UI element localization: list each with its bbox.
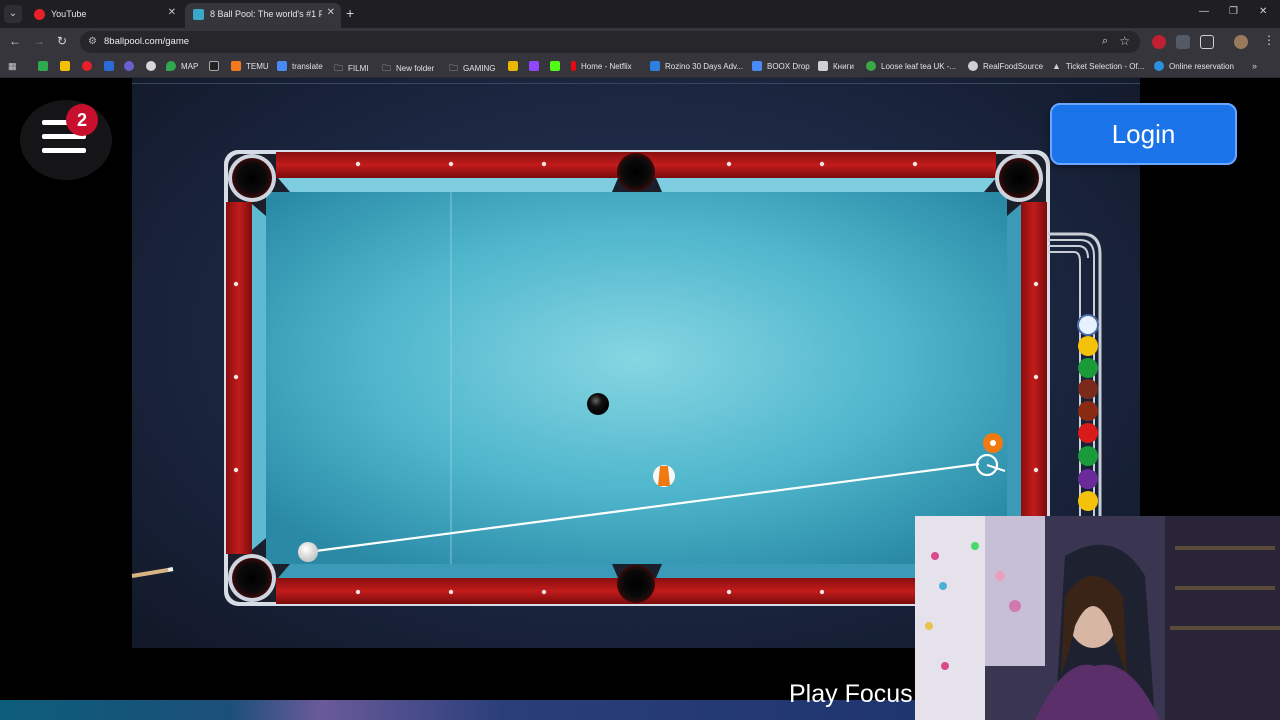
bookmark-ticket[interactable]: ▲ Ticket Selection - Of... <box>1052 61 1144 74</box>
webcam-overlay <box>915 516 1280 720</box>
bookmark-item[interactable] <box>508 61 523 74</box>
bookmark-reservation[interactable]: Online reservation <box>1154 61 1234 74</box>
back-icon[interactable]: ← <box>9 34 21 48</box>
tab-search-button[interactable]: ⌄ <box>4 5 22 23</box>
login-button[interactable]: Login <box>1050 103 1237 165</box>
ball-rack <box>1048 232 1102 518</box>
tab-title: 8 Ball Pool: The world's #1 Pool <box>210 9 322 19</box>
close-icon[interactable]: ✕ <box>168 7 176 18</box>
bookmark-translate[interactable]: translate <box>277 61 323 74</box>
reload-icon[interactable]: ↻ <box>57 34 67 48</box>
minimize-icon[interactable]: — <box>1199 6 1209 17</box>
game-page: 2 Login Play Focus <box>0 78 1280 720</box>
url-text[interactable]: 8ballpool.com/game <box>104 36 189 47</box>
bookmark-folder-filmi[interactable]: 🗀 FILMI <box>334 61 368 74</box>
nav-bar: ← → ↻ ⚙ 8ballpool.com/game ⌕ ☆ ⋮ <box>0 28 1280 56</box>
apps-icon[interactable]: ▦ <box>8 61 22 74</box>
bookmark-item[interactable] <box>146 61 161 74</box>
bookmark-item[interactable] <box>38 61 53 74</box>
bookmark-item[interactable] <box>82 61 97 74</box>
bookmark-item[interactable] <box>529 61 544 74</box>
orange-stripe <box>658 466 670 486</box>
warning-icon: ▲ <box>1052 61 1061 71</box>
extension-icon[interactable] <box>1152 35 1166 49</box>
bottom-banner <box>0 700 915 720</box>
bookmarks-bar: ▦ MAP TEMU translate 🗀 FILMI 🗀 New folder … <box>0 56 1280 78</box>
extensions-puzzle-icon[interactable] <box>1200 35 1214 49</box>
menu-button[interactable] <box>20 100 112 180</box>
notification-badge: 2 <box>66 104 98 136</box>
ball-maroon <box>1078 379 1098 399</box>
youtube-icon <box>34 9 45 20</box>
more-bookmarks-icon[interactable]: » <box>1252 61 1262 74</box>
folder-icon: 🗀 <box>382 63 392 73</box>
ball-brown <box>1078 401 1098 421</box>
bookmark-books[interactable]: Книги <box>818 61 854 74</box>
ball-yellow-2 <box>1078 491 1098 511</box>
new-tab-button[interactable]: + <box>346 5 354 21</box>
bookmark-item[interactable] <box>60 61 75 74</box>
eight-ball <box>587 393 609 415</box>
bookmark-item[interactable] <box>209 61 224 74</box>
bookmark-folder-new[interactable]: 🗀 New folder <box>382 61 434 74</box>
bookmark-star-icon[interactable]: ☆ <box>1119 34 1130 48</box>
site-info-icon[interactable]: ⚙ <box>88 36 97 47</box>
cue-ball[interactable] <box>298 542 318 562</box>
orange-ball-number <box>990 440 996 446</box>
ball-red <box>1078 423 1098 443</box>
ball-purple <box>1078 469 1098 489</box>
tab-youtube[interactable]: YouTube ✕ <box>26 3 182 28</box>
ball-green-2 <box>1078 446 1098 466</box>
bookmark-boox[interactable]: BOOX Drop <box>752 61 810 74</box>
overlay-text: Play Focus <box>789 680 913 708</box>
8ballpool-icon <box>193 9 204 20</box>
address-bar[interactable]: ⚙ 8ballpool.com/game ⌕ ☆ <box>80 31 1140 53</box>
bookmark-netflix[interactable]: Home - Netflix <box>571 61 632 74</box>
tab-8ballpool[interactable]: 8 Ball Pool: The world's #1 Pool ✕ <box>185 3 341 28</box>
bookmark-map[interactable]: MAP <box>166 61 198 74</box>
zoom-icon[interactable]: ⌕ <box>1102 35 1108 48</box>
bookmark-tea[interactable]: Loose leaf tea UK -... <box>866 61 956 74</box>
folder-icon: 🗀 <box>449 63 459 73</box>
forward-icon[interactable]: → <box>33 34 45 48</box>
bookmark-folder-gaming[interactable]: 🗀 GAMING <box>449 61 495 74</box>
ball-green <box>1078 358 1098 378</box>
ball-yellow <box>1078 336 1098 356</box>
tab-bar: ⌄ YouTube ✕ 8 Ball Pool: The world's #1 … <box>0 0 1280 28</box>
hamburger-icon <box>42 148 86 153</box>
close-icon[interactable]: ✕ <box>327 7 335 18</box>
close-window-icon[interactable]: ✕ <box>1259 6 1267 17</box>
profile-avatar[interactable] <box>1234 35 1248 49</box>
bookmark-item[interactable] <box>550 61 565 74</box>
bookmark-realfood[interactable]: RealFoodSource <box>968 61 1043 74</box>
bookmark-item[interactable] <box>104 61 119 74</box>
folder-icon: 🗀 <box>334 63 344 73</box>
bookmark-rozino[interactable]: Rozino 30 Days Adv... <box>650 61 743 74</box>
bookmark-item[interactable] <box>124 61 139 74</box>
restore-icon[interactable]: ❐ <box>1229 6 1238 17</box>
extension-icon[interactable] <box>1176 35 1190 49</box>
more-menu-icon[interactable]: ⋮ <box>1263 33 1275 47</box>
cue-stick[interactable] <box>131 567 174 578</box>
tab-title: YouTube <box>51 9 87 19</box>
ball-white-stripe <box>1077 314 1099 336</box>
bookmark-temu[interactable]: TEMU <box>231 61 269 74</box>
